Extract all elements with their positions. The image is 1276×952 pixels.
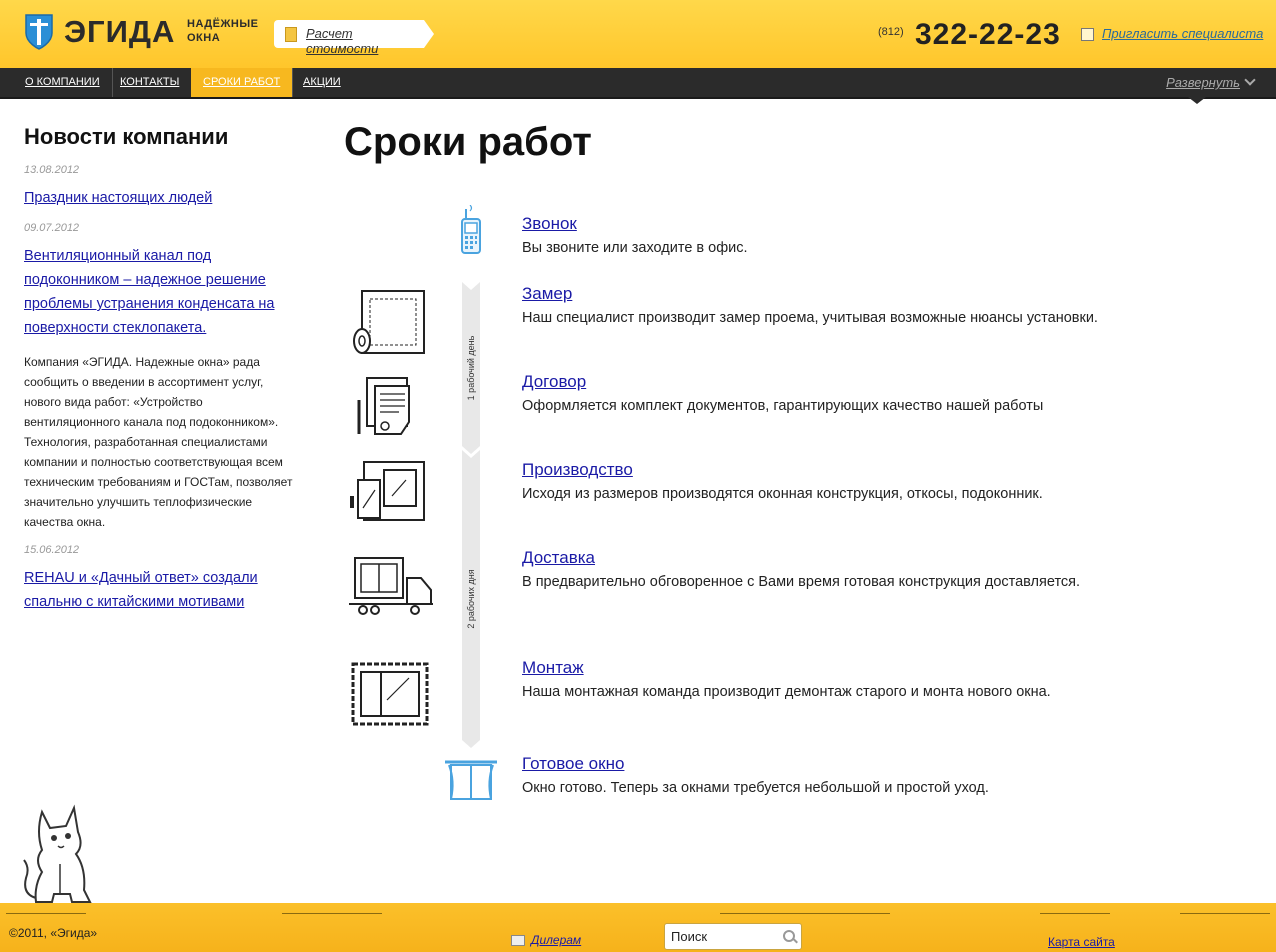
step-ready: Готовое окно Окно готово. Теперь за окна… [522, 754, 1162, 796]
step-title[interactable]: Монтаж [522, 658, 584, 678]
news-link[interactable]: Праздник настоящих людей [24, 186, 294, 210]
step-desc: Наша монтажная команда производит демонт… [522, 684, 1051, 700]
logo[interactable]: ЭГИДА НАДЁЖНЫЕ ОКНА [24, 13, 264, 53]
truck-icon [349, 557, 433, 615]
cost-calc-button[interactable]: Расчет стоимости [274, 20, 434, 56]
main-nav: О КОМПАНИИ КОНТАКТЫ СРОКИ РАБОТ АКЦИИ Ра… [0, 68, 1276, 99]
step-contract: Договор Оформляется комплект документов,… [522, 372, 1162, 414]
expand-toggle[interactable]: Развернуть [1166, 74, 1256, 90]
step-desc: Окно готово. Теперь за окнами требуется … [522, 780, 989, 796]
ground-line [1180, 913, 1270, 914]
chevron-down-icon [1244, 74, 1256, 86]
page-title: Сроки работ [344, 120, 592, 164]
shield-logo-icon [25, 14, 53, 50]
step-desc: Вы звоните или заходите в офис. [522, 240, 748, 256]
site-header: ЭГИДА НАДЁЖНЫЕ ОКНА Расчет стоимости (81… [0, 0, 1276, 68]
cat-mascot-icon [23, 804, 92, 903]
cost-calc-link[interactable]: Расчет стоимости [306, 26, 424, 56]
news-date: 15.06.2012 [24, 544, 80, 556]
pencil-icon [1081, 28, 1094, 41]
step-title[interactable]: Звонок [522, 214, 577, 234]
duration-label: 2 рабочих дня [466, 569, 476, 629]
calculator-icon [285, 27, 297, 42]
dealers-link[interactable]: Дилерам [531, 933, 581, 947]
sitemap-link[interactable]: Карта сайта [1048, 935, 1115, 949]
news-date: 09.07.2012 [24, 222, 80, 234]
phone-number: 322-22-23 [915, 18, 1061, 51]
search-icon[interactable] [783, 930, 795, 942]
ground-line [720, 913, 890, 914]
step-desc: Исходя из размеров производятся оконная … [522, 486, 1043, 502]
sidebar-title: Новости компании [24, 124, 229, 149]
production-icon [350, 461, 425, 521]
window-icon [445, 760, 497, 800]
search-input[interactable] [664, 923, 802, 950]
timeline-bar-1day: 1 рабочий день [462, 282, 480, 454]
step-desc: Оформляется комплект документов, гаранти… [522, 398, 1044, 414]
ground-line [282, 913, 382, 914]
step-call: Звонок Вы звоните или заходите в офис. [522, 214, 1162, 256]
news-sidebar: Новости компании 13.08.2012 Праздник нас… [24, 124, 294, 626]
duration-label: 1 рабочий день [466, 335, 476, 401]
step-measure: Замер Наш специалист производит замер пр… [522, 284, 1162, 326]
news-summary: Компания «ЭГИДА. Надежные окна» рада соо… [24, 355, 293, 529]
news-date: 13.08.2012 [24, 164, 80, 176]
step-desc: Наш специалист производит замер проема, … [522, 310, 1098, 326]
nav-promotions[interactable]: АКЦИИ [291, 68, 353, 97]
contract-icon [357, 377, 410, 435]
nav-contacts[interactable]: КОНТАКТЫ [108, 68, 193, 97]
ground-line [1040, 913, 1110, 914]
phone-code: (812) [878, 26, 904, 38]
step-delivery: Доставка В предварительно обговоренное с… [522, 548, 1162, 590]
logo-tagline: НАДЁЖНЫЕ ОКНА [187, 18, 259, 44]
step-title[interactable]: Производство [522, 460, 633, 480]
step-title[interactable]: Договор [522, 372, 586, 392]
install-icon [351, 662, 429, 726]
news-link[interactable]: REHAU и «Дачный ответ» создали спальню с… [24, 566, 294, 614]
nav-work-terms[interactable]: СРОКИ РАБОТ [191, 68, 294, 97]
ground-line [6, 913, 86, 914]
step-title[interactable]: Замер [522, 284, 572, 304]
site-footer: ©2011, «Эгида» Дилерам Карта сайта [0, 903, 1276, 952]
measure-icon [353, 290, 425, 354]
nav-about[interactable]: О КОМПАНИИ [13, 68, 113, 97]
step-desc: В предварительно обговоренное с Вами вре… [522, 574, 1081, 590]
step-production: Производство Исходя из размеров производ… [522, 460, 1162, 502]
copyright: ©2011, «Эгида» [9, 926, 98, 940]
timeline-bar-2days: 2 рабочих дня [462, 450, 480, 748]
envelope-icon [511, 935, 525, 946]
step-title[interactable]: Доставка [522, 548, 595, 568]
nav-notch [1188, 97, 1206, 104]
expand-label: Развернуть [1166, 75, 1240, 90]
invite-specialist-link[interactable]: Пригласить специалиста [1102, 26, 1263, 41]
phone-icon [461, 205, 481, 254]
step-title[interactable]: Готовое окно [522, 754, 624, 774]
news-link[interactable]: Вентиляционный канал под подоконником – … [24, 244, 294, 340]
step-install: Монтаж Наша монтажная команда производит… [522, 658, 1162, 700]
logo-wordmark: ЭГИДА [64, 14, 176, 49]
